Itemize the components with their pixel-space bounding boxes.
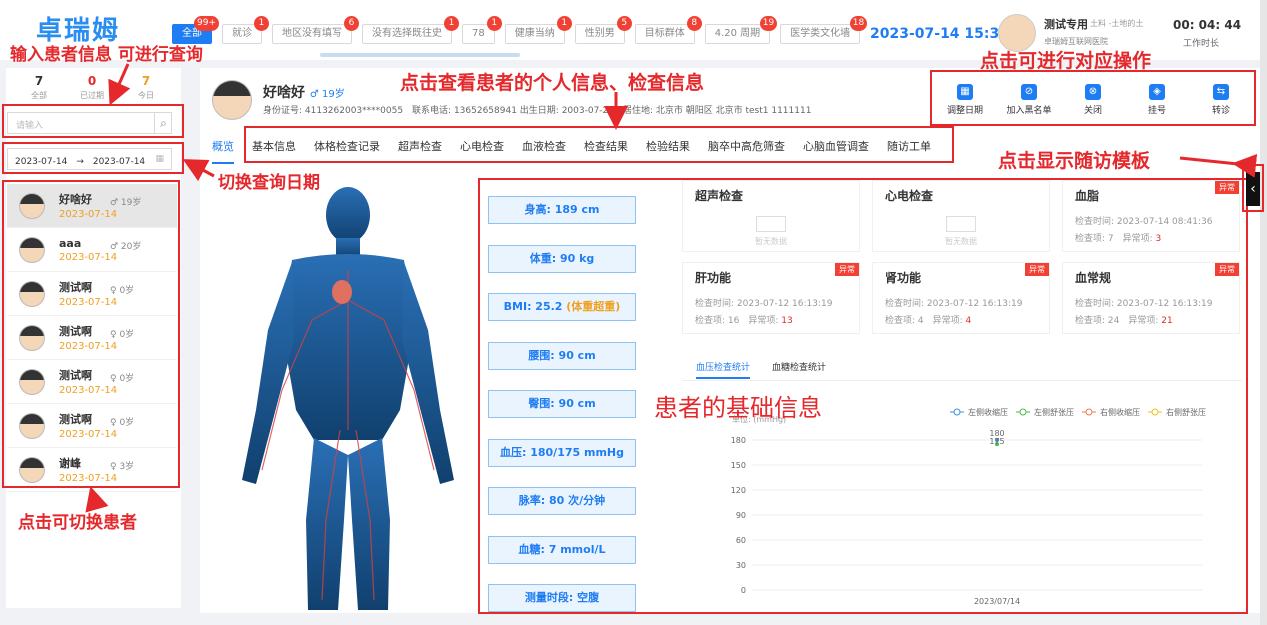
filter-tab[interactable]: 性别男 5 (574, 16, 632, 44)
filter-tab[interactable]: 4.20 周期 19 (704, 16, 778, 44)
annotation-tabs: 点击查看患者的个人信息、检查信息 (400, 72, 705, 94)
annotation-search: 输入患者信息 可进行查询 (10, 45, 203, 65)
tabs-scroll-indicator[interactable] (320, 53, 520, 57)
count-badge: 1 (486, 16, 502, 31)
annotation-switch-patient: 点击可切换患者 (18, 513, 137, 533)
annotation-followup: 点击显示随访模板 (998, 150, 1151, 172)
count-badge: 1 (444, 16, 459, 31)
annotation-box-patients (2, 180, 180, 488)
current-datetime: 2023-07-14 15:32 (870, 26, 1009, 42)
filter-tab[interactable]: 医学类文化墙 18 (780, 16, 868, 44)
human-body-figure (222, 180, 474, 610)
filter-tab[interactable]: 没有选择既往史 1 (362, 16, 459, 44)
stat-expired[interactable]: 0 已过期 (70, 74, 114, 101)
count-badge: 1 (254, 16, 269, 31)
followup-toggle-chevron-left-icon[interactable]: ‹ (1246, 172, 1260, 206)
patient-name: 好啥好 ♂ 19岁 (263, 85, 345, 101)
annotation-actions: 点击可进行对应操作 (980, 50, 1152, 72)
count-badge: 18 (849, 16, 868, 31)
patient-avatar (212, 80, 252, 120)
work-timer: 00: 04: 44 (1173, 18, 1242, 32)
count-badge: 19 (759, 16, 778, 31)
annotation-box-basic-info (478, 178, 1248, 614)
filter-tab[interactable]: 就诊 1 (222, 16, 269, 44)
doctor-name: 测试专用 (1044, 18, 1088, 31)
annotation-box-search (2, 104, 184, 138)
scrollbar[interactable] (1260, 0, 1267, 625)
annotation-basic-info: 患者的基础信息 (654, 394, 822, 422)
filter-tab[interactable]: 健康当纳 1 (504, 16, 572, 44)
annotation-date: 切换查询日期 (218, 173, 320, 193)
count-badge: 99+ (194, 16, 219, 31)
annotation-box-tabs (244, 126, 954, 163)
stat-all[interactable]: 7 全部 (17, 74, 61, 101)
count-badge: 5 (616, 16, 632, 31)
filter-tabs: 全部 99+ 就诊 1 地区没有填写 6 没有选择既往史 1 78 1 健康当纳 1 性别男 5 目标群体 8… (172, 16, 868, 44)
annotation-box-date (2, 142, 184, 174)
filter-tab[interactable]: 78 1 (462, 16, 502, 44)
filter-tab[interactable]: 目标群体 8 (634, 16, 702, 44)
tab-0[interactable]: 概览 (212, 138, 234, 164)
count-badge: 8 (686, 16, 702, 31)
doctor-subtitle: 土料 -土地的土 (1090, 19, 1144, 28)
work-timer-label: 工作时长 (1183, 39, 1220, 49)
stat-today[interactable]: 7 今日 (124, 74, 168, 101)
filter-tab[interactable]: 地区没有填写 6 (272, 16, 359, 44)
annotation-box-actions (930, 70, 1256, 126)
count-badge: 1 (556, 16, 572, 31)
patient-meta: 身份证号: 4113262003****0055 联系电话: 136526589… (263, 106, 812, 116)
count-badge: 6 (344, 16, 359, 31)
